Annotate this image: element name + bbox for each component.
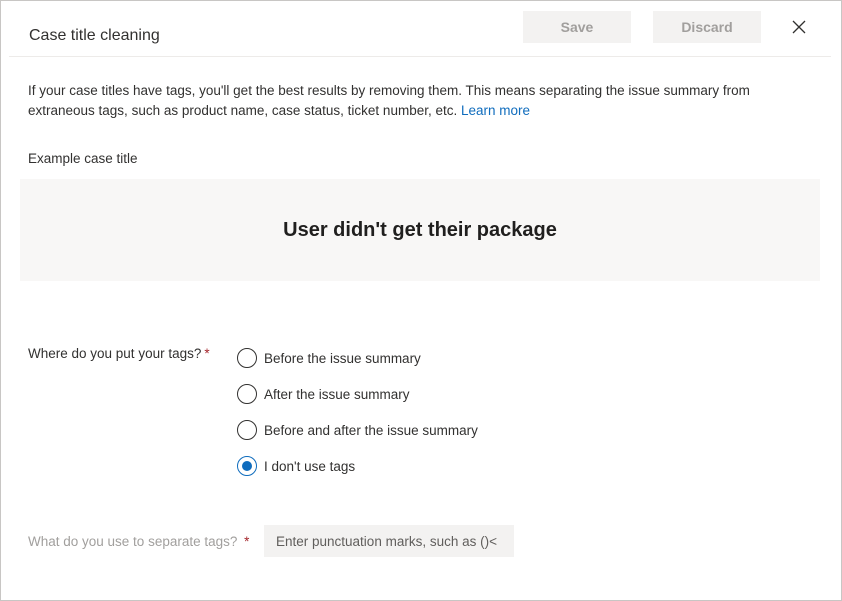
close-icon	[792, 20, 806, 34]
separator-label: What do you use to separate tags? *	[28, 534, 249, 549]
separator-input[interactable]	[264, 525, 514, 557]
header-divider	[9, 56, 831, 57]
required-mark: *	[204, 346, 210, 361]
example-case-title-box: User didn't get their package	[20, 179, 820, 281]
learn-more-link[interactable]: Learn more	[461, 103, 530, 118]
radio-circle[interactable]	[237, 420, 257, 440]
radio-before-and-after-issue-summary[interactable]: Before and after the issue summary	[237, 419, 478, 441]
radio-label: I don't use tags	[264, 458, 356, 474]
case-title-cleaning-panel: Case title cleaning Save Discard If your…	[0, 0, 842, 601]
example-case-title: User didn't get their package	[283, 218, 557, 241]
radio-circle[interactable]	[237, 348, 257, 368]
radio-before-issue-summary[interactable]: Before the issue summary	[237, 347, 421, 369]
tags-position-label: Where do you put your tags? *	[28, 346, 210, 361]
intro-text: If your case titles have tags, you'll ge…	[28, 81, 758, 121]
intro-description: If your case titles have tags, you'll ge…	[28, 83, 750, 118]
required-mark: *	[244, 534, 250, 549]
save-button[interactable]: Save	[523, 11, 631, 43]
radio-circle[interactable]	[237, 384, 257, 404]
radio-label: Before and after the issue summary	[264, 422, 478, 438]
close-button[interactable]	[787, 15, 811, 39]
radio-label: Before the issue summary	[264, 350, 421, 366]
panel-title: Case title cleaning	[29, 27, 160, 44]
separator-label-text: What do you use to separate tags?	[28, 534, 238, 549]
radio-label: After the issue summary	[264, 386, 410, 402]
radio-no-tags[interactable]: I don't use tags	[237, 455, 355, 477]
radio-circle-selected[interactable]	[237, 456, 257, 476]
radio-after-issue-summary[interactable]: After the issue summary	[237, 383, 410, 405]
example-label: Example case title	[28, 151, 138, 166]
tags-position-label-text: Where do you put your tags?	[28, 346, 202, 361]
discard-button[interactable]: Discard	[653, 11, 761, 43]
